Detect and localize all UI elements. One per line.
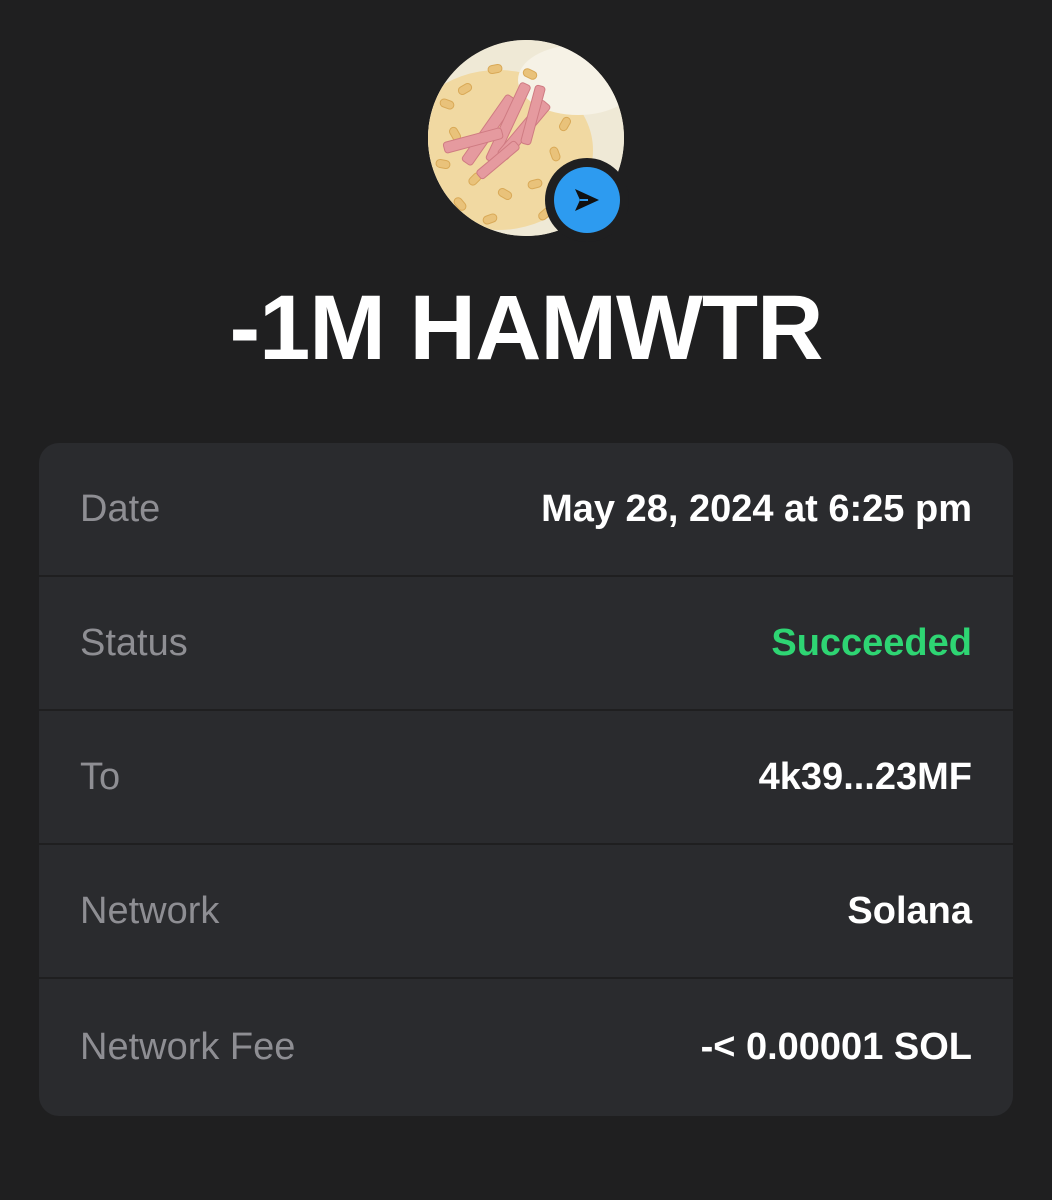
to-label: To <box>80 755 121 798</box>
detail-row-network: Network Solana <box>39 845 1013 979</box>
detail-row-network-fee: Network Fee -< 0.00001 SOL <box>39 979 1013 1116</box>
network-fee-label: Network Fee <box>80 1026 296 1068</box>
status-value: Succeeded <box>771 621 972 664</box>
recipient-address[interactable]: 4k39...23MF <box>759 756 972 799</box>
transaction-details-card: Date May 28, 2024 at 6:25 pm Status Succ… <box>39 443 1013 1116</box>
detail-row-date: Date May 28, 2024 at 6:25 pm <box>39 443 1013 577</box>
detail-row-status: Status Succeeded <box>39 577 1013 711</box>
network-value: Solana <box>847 889 972 932</box>
network-fee-value: -< 0.00001 SOL <box>700 1026 972 1068</box>
transaction-amount: -1M HAMWTR <box>229 277 824 379</box>
network-label: Network <box>80 889 220 932</box>
detail-row-to[interactable]: To 4k39...23MF <box>39 711 1013 845</box>
date-value: May 28, 2024 at 6:25 pm <box>541 487 972 530</box>
send-badge-circle <box>554 167 620 233</box>
date-label: Date <box>80 487 161 530</box>
send-arrow-icon <box>575 189 599 211</box>
send-badge <box>545 158 629 242</box>
status-label: Status <box>80 621 188 664</box>
